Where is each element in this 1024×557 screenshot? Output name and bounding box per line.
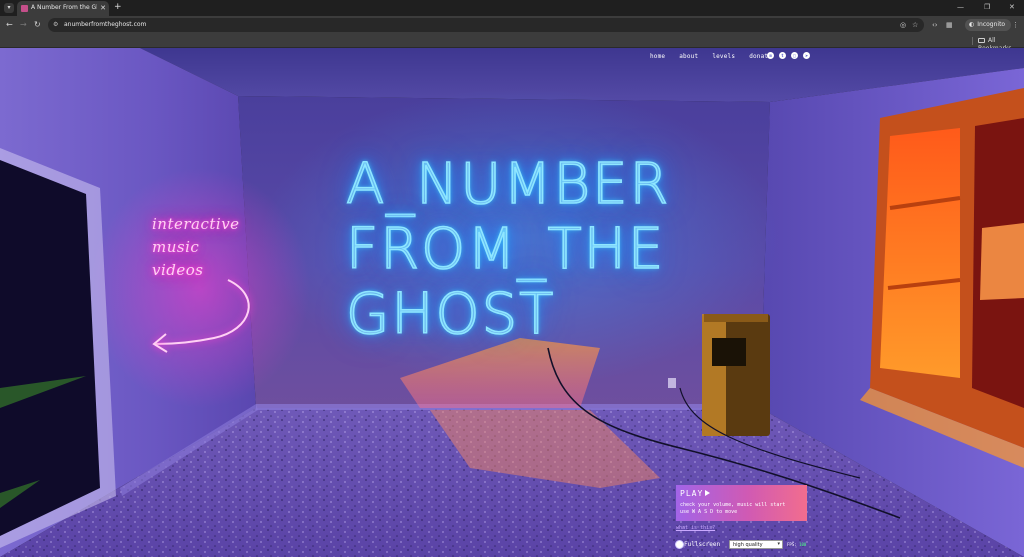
back-arrow-icon[interactable]: ← bbox=[6, 19, 13, 31]
neon-title-line-2: FROM_THE bbox=[345, 216, 666, 283]
neon-title-line-1: A_NUMBER bbox=[345, 151, 671, 218]
url-text[interactable]: anumberfromtheghost.com bbox=[64, 21, 146, 29]
play-hint: check your volume, music will start use … bbox=[680, 502, 785, 516]
favicon-icon bbox=[21, 5, 28, 12]
nav-about[interactable]: about bbox=[679, 53, 698, 60]
browser-toolbar: ← → ↻ ⚙ anumberfromtheghost.com ◎ ☆ ‹› ▦… bbox=[0, 16, 1024, 34]
play-hint-line-1: check your volume, music will start bbox=[680, 502, 786, 508]
active-tab[interactable]: A Number From the Ghost | Int ✕ bbox=[17, 1, 109, 16]
restore-icon[interactable]: ❐ bbox=[984, 2, 990, 12]
tab-title: A Number From the Ghost | Int bbox=[31, 4, 97, 11]
browser-window: ▾ A Number From the Ghost | Int ✕ + — ❐ … bbox=[0, 0, 1024, 557]
telegram-icon[interactable]: ➤ bbox=[803, 52, 810, 59]
code-icon[interactable]: ‹› bbox=[932, 20, 938, 30]
play-label: PLAY bbox=[680, 489, 704, 498]
nav-home[interactable]: home bbox=[650, 53, 665, 60]
neon-pink-glow bbox=[90, 168, 310, 408]
plus-icon[interactable]: + bbox=[114, 2, 122, 13]
play-hint-line-2: use W A S D to move bbox=[680, 509, 738, 515]
play-icon bbox=[705, 490, 710, 496]
folder-icon bbox=[978, 38, 985, 43]
kebab-menu-icon[interactable]: ⋮ bbox=[1012, 20, 1019, 30]
tracking-protection-icon[interactable]: ◎ bbox=[900, 21, 906, 29]
close-icon[interactable]: ✕ bbox=[100, 4, 106, 12]
fps-label: FPS: bbox=[787, 542, 797, 547]
fps-value: 100 bbox=[799, 542, 807, 547]
pink-sign-line-1: interactive bbox=[152, 215, 240, 233]
instagram-icon[interactable]: ◻ bbox=[791, 52, 798, 59]
twitter-icon[interactable]: t bbox=[779, 52, 786, 59]
doorway bbox=[0, 160, 100, 536]
social-links: ≋ t ◻ ➤ bbox=[767, 52, 810, 59]
window-pane-left bbox=[880, 128, 960, 378]
incognito-badge[interactable]: ◐ Incognito bbox=[965, 19, 1012, 31]
game-viewport[interactable]: A_NUMBER FROM_THE GHOST interactive musi… bbox=[0, 48, 1024, 557]
incognito-icon: ◐ bbox=[969, 21, 975, 28]
bookmark-star-icon[interactable]: ☆ bbox=[912, 21, 918, 29]
fps-counter: FPS: 100 bbox=[787, 542, 806, 547]
forward-arrow-icon[interactable]: → bbox=[20, 19, 27, 31]
fullscreen-label: Fullscreen bbox=[684, 541, 721, 548]
wall-outlet bbox=[668, 378, 676, 388]
what-is-this-link[interactable]: what is this? bbox=[676, 525, 715, 531]
address-bar[interactable]: ⚙ anumberfromtheghost.com ◎ ☆ bbox=[48, 18, 924, 32]
quality-select[interactable]: high quality ▾ bbox=[729, 540, 783, 549]
extensions-icon[interactable]: ▦ bbox=[946, 20, 953, 30]
bookmarks-separator bbox=[972, 37, 973, 45]
play-button[interactable]: PLAY check your volume, music will start… bbox=[676, 485, 807, 521]
neon-title-sign: A_NUMBER FROM_THE GHOST bbox=[345, 151, 766, 348]
pink-sign-line-3: videos bbox=[152, 261, 204, 279]
quality-value: high quality bbox=[733, 542, 763, 548]
chevron-down-icon[interactable]: ▾ bbox=[4, 3, 14, 13]
incognito-label: Incognito bbox=[977, 21, 1006, 28]
fullscreen-toggle[interactable] bbox=[675, 540, 684, 549]
tab-strip: ▾ A Number From the Ghost | Int ✕ + — ❐ … bbox=[0, 0, 1024, 16]
neon-title-line-3: GHOST bbox=[345, 281, 556, 348]
reload-icon[interactable]: ↻ bbox=[34, 19, 41, 31]
window-close-icon[interactable]: ✕ bbox=[1009, 2, 1015, 12]
site-info-icon[interactable]: ⚙ bbox=[53, 21, 58, 29]
nav-levels[interactable]: levels bbox=[712, 53, 735, 60]
pink-sign-line-2: music bbox=[152, 238, 200, 256]
site-nav: home about levels donate bbox=[650, 53, 772, 60]
bookmarks-bar: All Bookmarks bbox=[0, 34, 1024, 52]
pink-neon-sign: interactive music videos bbox=[152, 213, 262, 282]
chevron-down-icon: ▾ bbox=[777, 541, 780, 547]
window-outside-light bbox=[980, 223, 1024, 300]
spotify-icon[interactable]: ≋ bbox=[767, 52, 774, 59]
minimize-icon[interactable]: — bbox=[957, 2, 964, 12]
